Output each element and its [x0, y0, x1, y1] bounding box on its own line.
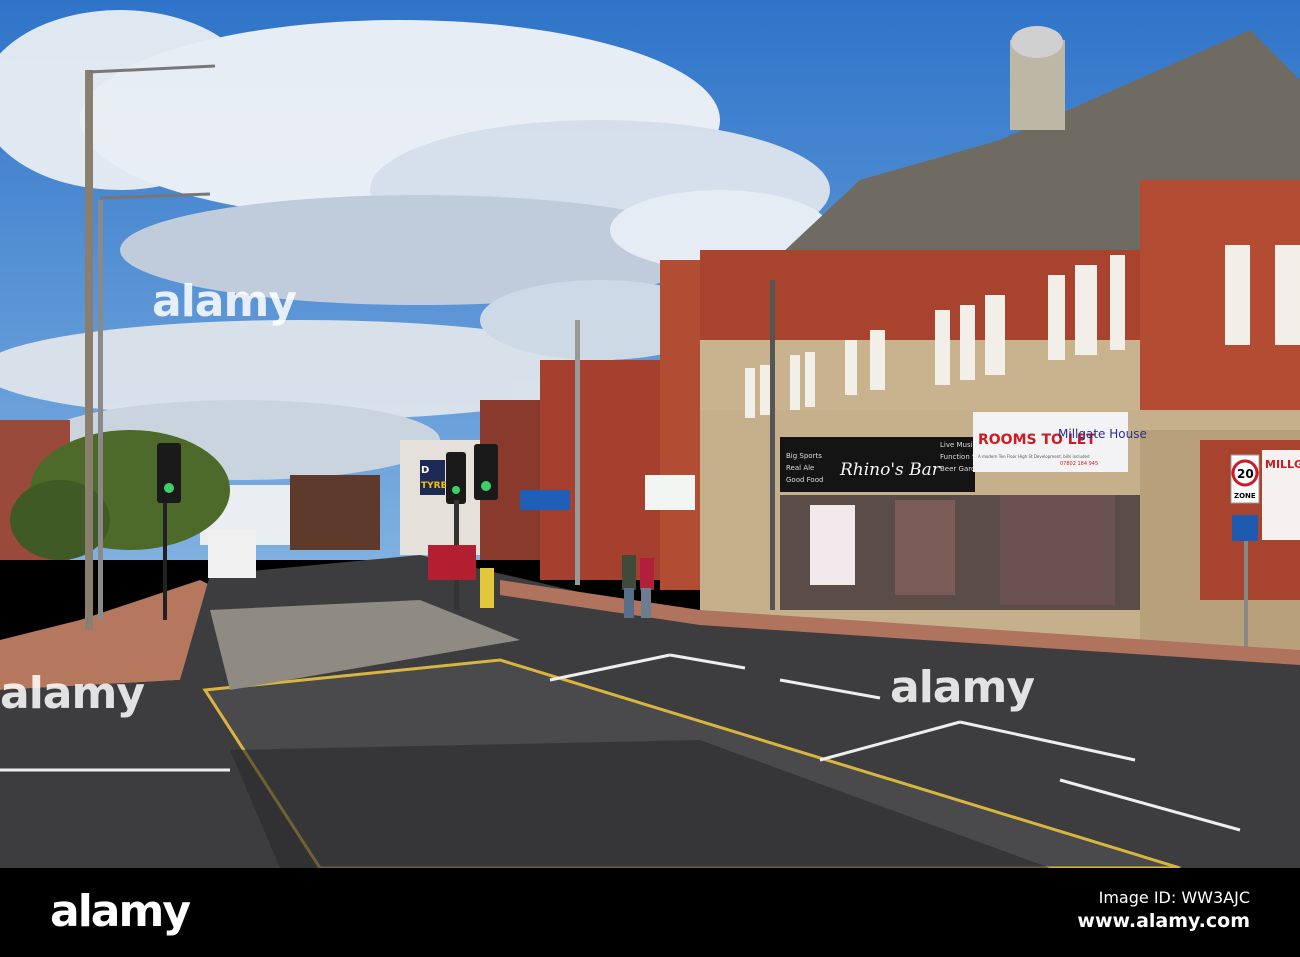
millgate-house-text: Millgate House — [1058, 427, 1147, 441]
bar-feature: Real Ale — [786, 464, 814, 472]
bar-feature: Live Music — [940, 441, 977, 449]
millgate-side-sign: MILLG — [1265, 458, 1300, 471]
street-photo: Rhino's Bar Big Sports Real Ale Good Foo… — [0, 0, 1300, 957]
site-url: www.alamy.com — [1077, 910, 1250, 932]
footer-bar: alamy Image ID: WW3AJC www.alamy.com — [0, 868, 1300, 957]
watermark: alamy — [152, 276, 297, 327]
rooms-phone: 07802 184 945 — [1060, 461, 1098, 467]
watermark: alamy — [890, 662, 1035, 713]
speed-zone-text: ZONE — [1234, 492, 1256, 500]
bar-name: Rhino's Bar — [839, 460, 941, 480]
speed-limit-number: 20 — [1237, 467, 1254, 481]
rhinos-bar-sign: Rhino's Bar Big Sports Real Ale Good Foo… — [780, 437, 990, 492]
photo-canvas: Rhino's Bar Big Sports Real Ale Good Foo… — [0, 0, 1300, 868]
tyre-shop-sign: D — [421, 465, 429, 476]
watermark: alamy — [0, 668, 145, 719]
rooms-to-let-sign: ROOMS TO LET Millgate House A modern Ten… — [973, 412, 1147, 472]
bar-feature: Big Sports — [786, 452, 822, 460]
bar-feature: Good Food — [786, 476, 823, 484]
image-id: Image ID: WW3AJC — [1098, 888, 1250, 907]
rooms-small-print: A modern Ten Floor High St Development, … — [978, 454, 1090, 459]
tyre-shop-sign: TYRE — [421, 481, 447, 491]
alamy-logo: alamy — [50, 886, 191, 937]
